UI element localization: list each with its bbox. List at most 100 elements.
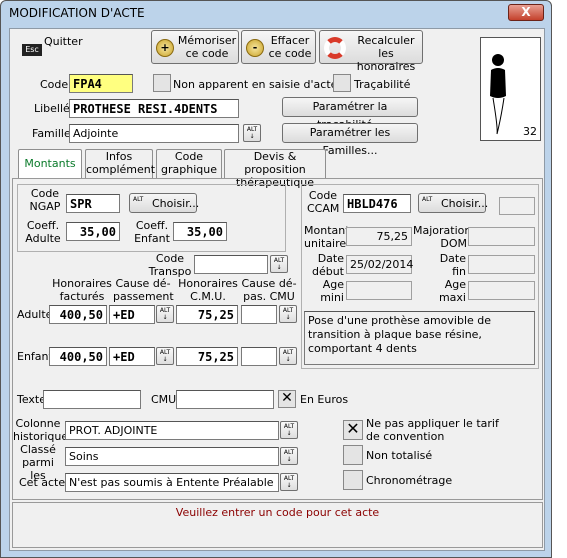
tooth-count: 32 [523,125,537,138]
tracabilite-checkbox[interactable] [333,74,351,92]
memorize-label: Mémoriser ce code [177,34,237,60]
ccam-code-label: Code CCAM [307,189,340,215]
adulte-honoraires-cmu-input[interactable]: 75,25 [176,305,238,324]
cet-acte-input[interactable]: N'est pas soumis à Entente Préalable [65,473,279,492]
enfant-cause-cmu-alt-button[interactable]: ALT ↓ [279,347,297,365]
param-familles-button[interactable]: Paramétrer les Familles... [282,123,418,157]
classe-parmi-alt-button[interactable]: ALT ↓ [280,447,298,465]
erase-button[interactable]: - Effacer ce code [241,30,316,64]
code-label: Code [40,78,69,91]
code-transpo-input[interactable] [194,255,268,274]
non-apparent-checkbox[interactable] [153,74,171,92]
coeff-enfant-input[interactable]: 35,00 [173,222,227,241]
erase-label: Effacer ce code [268,34,312,60]
tab-devis[interactable]: Devis & proposition thérapeutique [224,149,326,189]
col-cause-depassement-cmu: Cause dé- pas. CMU [241,277,297,303]
enfant-cause-alt-button[interactable]: ALT ↓ [156,347,174,365]
window: MODIFICATION D'ACTE X Esc Quitter + Mémo… [0,0,552,558]
texte-label: Texte [17,393,47,406]
ngap-choose-label: Choisir... [152,197,200,210]
ccam-alt-icon: ALT [422,196,433,203]
cet-acte-label: Cet acte [19,476,66,489]
minus-icon: - [246,39,264,57]
montant-unitaire-label: Montant unitaire [304,224,350,250]
enfant-honoraires-input[interactable]: 400,50 [49,347,107,366]
date-fin-label: Date fin [439,252,466,278]
tab-montants[interactable]: Montants [18,149,82,179]
date-fin-field [468,255,535,274]
code-transpo-alt-button[interactable]: ALT ↓ [270,255,288,273]
title-bar[interactable]: MODIFICATION D'ACTE X [1,1,551,27]
ccam-code-input[interactable]: HBLD476 [343,194,411,213]
enfant-cause-cmu-input[interactable] [241,347,277,366]
ngap-alt-icon: ALT [133,196,144,203]
cet-acte-alt-button[interactable]: ALT ↓ [280,473,298,491]
tab-infos[interactable]: Infos complément. [85,149,159,179]
window-title: MODIFICATION D'ACTE [9,6,145,20]
lifebuoy-icon [324,37,346,59]
ne-pas-appliquer-checkbox[interactable]: ✕ [343,420,363,440]
age-mini-label: Age mini [320,278,344,304]
age-maxi-label: Age maxi [438,278,466,304]
plus-icon: + [156,39,174,57]
ne-pas-appliquer-label: Ne pas appliquer le tarif de convention [366,417,499,443]
param-tracabilite-button[interactable]: Paramétrer la traçabilité... [282,97,418,131]
status-area: Veuillez entrer un code pour cet acte [12,502,543,548]
date-debut-label: Date début [311,252,344,278]
cmu-input[interactable] [176,390,274,409]
famille-input[interactable]: Adjointe [69,124,239,143]
ngap-choose-button[interactable]: ALT Choisir... [129,193,200,213]
quit-label: Quitter [44,35,83,48]
coeff-enfant-label: Coeff. Enfant [134,219,170,245]
famille-label: Famille [32,127,71,140]
status-message: Veuillez entrer un code pour cet acte [175,506,380,519]
adulte-honoraires-input[interactable]: 400,50 [49,305,107,324]
col-honoraires-factures: Honoraires facturés [52,277,112,303]
famille-alt-button[interactable]: ALT ↓ [243,124,261,142]
enfant-honoraires-cmu-input[interactable]: 75,25 [176,347,238,366]
non-totalise-label: Non totalisé [366,449,433,462]
ccam-choose-label: Choisir... [441,197,489,210]
classe-parmi-input[interactable]: Soins [65,447,279,466]
ngap-code-label: Code NGAP [29,187,61,213]
colonne-historique-input[interactable]: PROT. ADJOINTE [65,421,279,440]
coeff-adulte-input[interactable]: 35,00 [66,222,120,241]
coeff-adulte-label: Coeff. Adulte [25,219,61,245]
age-maxi-field [468,281,535,300]
colonne-historique-label: Colonne historique [13,417,69,443]
adulte-row-label: Adulte [17,308,53,321]
quit-button[interactable]: Esc Quitter [19,32,83,64]
close-button[interactable]: X [508,4,544,21]
col-honoraires-cmu: Honoraires C.M.U. [178,277,238,303]
recalculate-button[interactable]: Recalculer les honoraires [319,30,423,73]
en-euros-checkbox[interactable]: ✕ [278,390,296,408]
adulte-cause-input[interactable]: +ED [109,305,155,324]
memorize-button[interactable]: + Mémoriser ce code [151,30,239,64]
dialog-body: Esc Quitter + Mémoriser ce code - Efface… [9,28,545,551]
en-euros-label: En Euros [300,393,349,406]
tooth-figure-panel[interactable]: 32 [480,37,541,141]
tab-code-graphique[interactable]: Code graphique [156,149,222,179]
code-input[interactable]: FPA4 [69,74,133,93]
majoration-field [468,227,535,246]
enfant-cause-input[interactable]: +ED [109,347,155,366]
date-debut-field: 25/02/2014 [346,255,413,274]
tracabilite-label: Traçabilité [354,78,411,91]
chronometrage-checkbox[interactable] [343,470,363,490]
colonne-historique-alt-button[interactable]: ALT ↓ [280,421,298,439]
code-transpo-label: Code Transpo [148,252,192,278]
adulte-cause-cmu-alt-button[interactable]: ALT ↓ [279,305,297,323]
ngap-code-input[interactable]: SPR [66,194,120,213]
esc-key-icon: Esc [22,44,42,56]
adulte-cause-cmu-input[interactable] [241,305,277,324]
majoration-label: Majoration DOM [413,224,472,250]
ccam-description: Pose d'une prothèse amovible de transiti… [304,311,535,365]
age-mini-field [346,281,412,300]
non-totalise-checkbox[interactable] [343,445,363,465]
chronometrage-label: Chronométrage [366,474,453,487]
recalculate-label: Recalculer les honoraires [356,34,416,73]
adulte-cause-alt-button[interactable]: ALT ↓ [156,305,174,323]
libelle-input[interactable]: PROTHESE RESI.4DENTS [69,99,239,118]
texte-input[interactable] [43,390,141,409]
ccam-choose-button[interactable]: ALT Choisir... [418,193,489,213]
